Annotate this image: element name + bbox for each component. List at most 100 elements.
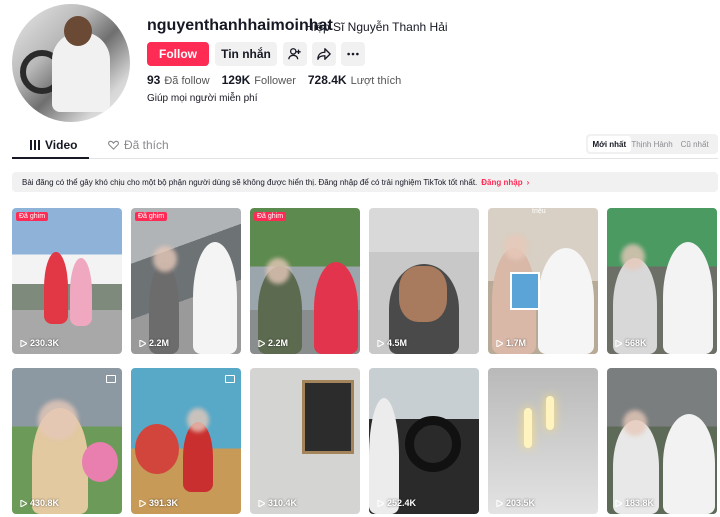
share-button[interactable]	[312, 42, 336, 66]
sort-popular[interactable]: Thịnh Hành	[631, 136, 674, 152]
video-tile[interactable]: 252.4K	[369, 368, 479, 514]
avatar-head	[64, 16, 92, 46]
view-count: 568K	[615, 338, 647, 348]
lamp	[524, 408, 532, 448]
person-figure	[44, 252, 68, 324]
sort-selector: Mới nhất Thịnh Hành Cũ nhất	[586, 134, 718, 154]
steering-wheel-graphic	[405, 416, 461, 472]
play-icon	[139, 339, 146, 347]
blurred-face	[621, 244, 645, 270]
video-grid: Đã ghim 230.3K Đã ghim 2.2M Đã ghim 2.2M…	[12, 208, 718, 514]
face	[399, 266, 447, 322]
video-tile[interactable]: 310.4K	[250, 368, 360, 514]
video-tile[interactable]: 4.5M	[369, 208, 479, 354]
video-tile[interactable]: 568K	[607, 208, 717, 354]
person-figure	[538, 248, 594, 354]
blurred-face	[187, 408, 209, 432]
heart-icon	[108, 140, 119, 150]
tab-video[interactable]: Video	[30, 138, 77, 152]
view-count-text: 183.8K	[625, 498, 655, 508]
notice-text: Bài đăng có thể gây khó chịu cho một bộ …	[22, 177, 478, 187]
likes-count: 728.4K	[307, 73, 347, 87]
view-count: 2.2M	[139, 338, 169, 348]
followers-count: 129K	[221, 73, 251, 87]
tab-liked[interactable]: Đã thích	[108, 138, 169, 152]
followers-label: Follower	[254, 75, 296, 87]
blurred-face	[266, 258, 290, 284]
play-icon	[139, 499, 146, 507]
flowers	[82, 442, 118, 482]
video-tile[interactable]: 391.3K	[131, 368, 241, 514]
video-tile[interactable]: Đã ghim 2.2M	[131, 208, 241, 354]
chevron-right-icon: ›	[526, 177, 530, 187]
follow-button[interactable]: Follow	[147, 42, 209, 66]
view-count-text: 310.4K	[268, 498, 298, 508]
flowers	[135, 424, 179, 474]
following-label: Đã follow	[164, 75, 210, 87]
likes-label: Lượt thích	[350, 75, 402, 87]
view-count: 391.3K	[139, 498, 178, 508]
play-icon	[20, 499, 27, 507]
video-tile[interactable]: 430.8K	[12, 368, 122, 514]
sort-latest[interactable]: Mới nhất	[588, 136, 631, 152]
play-icon	[20, 339, 27, 347]
play-icon	[377, 499, 384, 507]
video-tile[interactable]: 183.8K	[607, 368, 717, 514]
video-tile[interactable]: triệu 1.7M	[488, 208, 598, 354]
video-tile[interactable]: 203.5K	[488, 368, 598, 514]
overlay-text: triệu	[532, 208, 546, 215]
nickname: Hiệp Sĩ Nguyễn Thanh Hải	[305, 20, 448, 34]
view-count-text: 430.8K	[30, 498, 60, 508]
view-count: 310.4K	[258, 498, 297, 508]
view-count: 4.5M	[377, 338, 407, 348]
person-figure	[314, 262, 358, 354]
avatar[interactable]	[12, 4, 130, 122]
sort-oldest[interactable]: Cũ nhất	[673, 136, 716, 152]
play-icon	[258, 499, 265, 507]
login-link[interactable]: Đăng nhập	[481, 178, 522, 187]
grid-icon	[30, 140, 40, 150]
view-count: 2.2M	[258, 338, 288, 348]
bio: Giúp mọi người miễn phí	[147, 93, 258, 104]
view-count: 203.5K	[496, 498, 535, 508]
view-count-text: 391.3K	[149, 498, 179, 508]
blurred-face	[504, 234, 528, 260]
view-count-text: 252.4K	[387, 498, 417, 508]
view-count-text: 1.7M	[506, 338, 527, 348]
message-button[interactable]: Tin nhắn	[215, 42, 277, 66]
more-icon	[347, 52, 359, 56]
pinned-badge: Đã ghim	[16, 212, 49, 221]
content-notice: Bài đăng có thể gây khó chịu cho một bộ …	[12, 172, 718, 192]
add-user-icon	[288, 48, 301, 60]
portrait-photo	[510, 272, 540, 310]
pinned-badge: Đã ghim	[135, 212, 168, 221]
framed-picture	[302, 380, 354, 454]
blurred-face	[38, 400, 78, 440]
view-count: 252.4K	[377, 498, 416, 508]
lamp	[546, 396, 554, 430]
person-figure	[183, 422, 213, 492]
tab-indicator	[12, 157, 89, 159]
video-tile[interactable]: Đã ghim 230.3K	[12, 208, 122, 354]
view-count: 1.7M	[496, 338, 526, 348]
pinned-badge: Đã ghim	[254, 212, 287, 221]
view-count-text: 230.3K	[30, 338, 60, 348]
play-icon	[496, 339, 503, 347]
blurred-face	[153, 246, 177, 272]
share-icon	[317, 48, 331, 60]
followers-stat[interactable]: 129K Follower	[222, 73, 296, 87]
play-icon	[496, 499, 503, 507]
view-count-text: 4.5M	[387, 338, 408, 348]
view-count-text: 2.2M	[268, 338, 289, 348]
view-count: 183.8K	[615, 498, 654, 508]
tab-liked-label: Đã thích	[124, 138, 169, 152]
play-icon	[258, 339, 265, 347]
more-options-button[interactable]	[341, 42, 365, 66]
add-friend-button[interactable]	[283, 42, 307, 66]
following-stat[interactable]: 93 Đã follow	[147, 73, 210, 87]
person-figure	[663, 414, 715, 514]
play-icon	[615, 339, 622, 347]
person-figure	[193, 242, 237, 354]
play-icon	[377, 339, 384, 347]
video-tile[interactable]: Đã ghim 2.2M	[250, 208, 360, 354]
